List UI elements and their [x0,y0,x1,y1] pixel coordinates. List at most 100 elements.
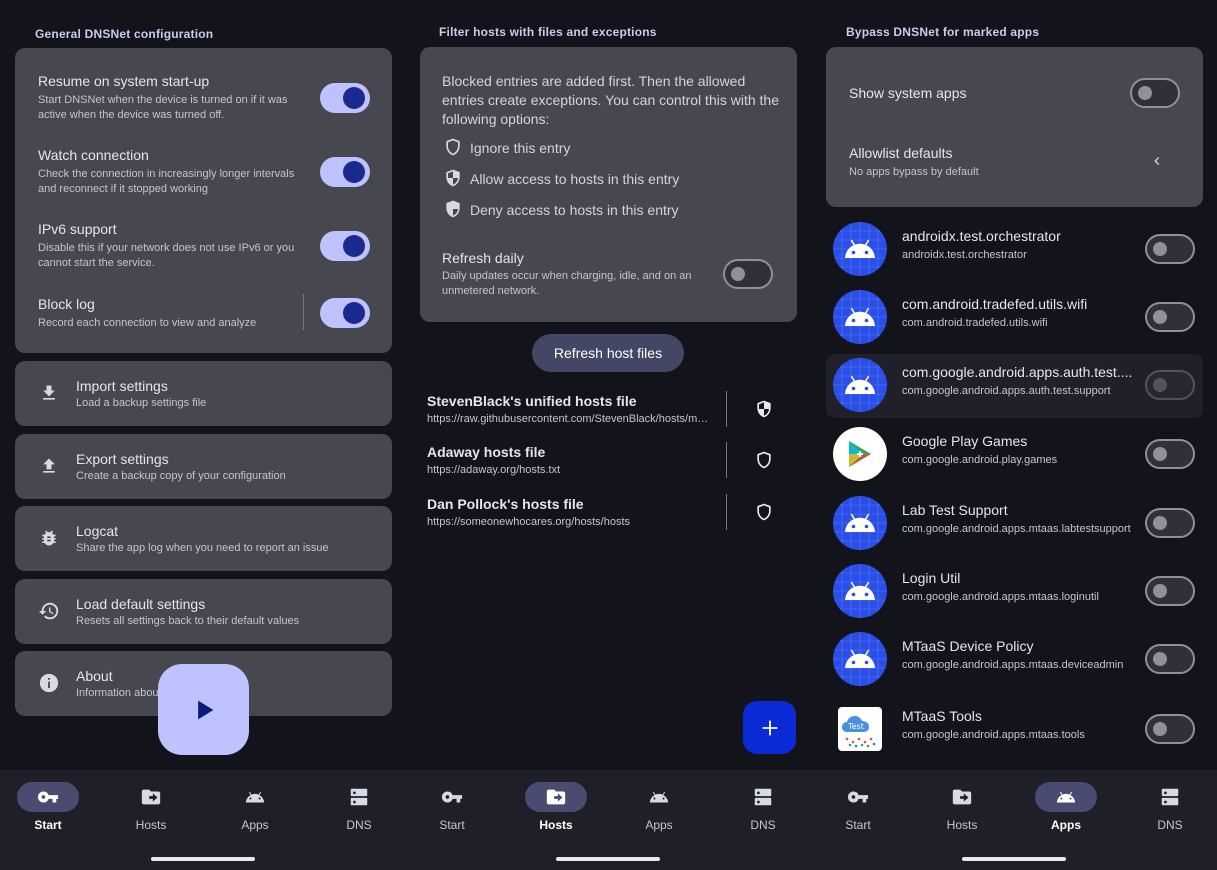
hosts-icon [140,786,162,808]
ipv6-sub: Disable this if your network does not us… [38,242,295,269]
host-file-item[interactable]: StevenBlack's unified hosts file https:/… [406,385,812,435]
test-cloud-icon: Test [833,702,887,756]
host-file-item[interactable]: Adaway hosts file https://adaway.org/hos… [406,436,812,486]
app-package: com.android.tradefed.utils.wifi [902,317,1048,329]
bottom-nav: Start Hosts Apps DNS [812,770,1217,870]
about-title: About [76,668,113,684]
nav-apps[interactable]: Apps [623,782,693,842]
bypass-switch[interactable] [1145,370,1195,400]
nav-start[interactable]: Start [416,782,486,842]
watch-switch[interactable] [320,157,370,187]
nav-dns[interactable]: DNS [727,782,797,842]
nav-dns[interactable]: DNS [1134,782,1204,842]
resume-switch[interactable] [320,83,370,113]
nav-dns[interactable]: DNS [323,782,393,842]
show-system-apps-switch[interactable] [1130,78,1180,108]
start-service-fab[interactable] [158,664,249,755]
nav-apps[interactable]: Apps [219,782,289,842]
option-allow: Allow access to hosts in this entry [470,171,680,187]
app-list-item[interactable]: Login Util com.google.android.apps.mtaas.… [812,560,1217,624]
shield-outline-icon[interactable] [752,448,776,472]
bypass-switch[interactable] [1145,234,1195,264]
blocklog-switch[interactable] [320,298,370,328]
android-icon [833,496,887,550]
load-default-settings-button[interactable]: Load default settings Resets all setting… [15,579,392,644]
refresh-daily-switch[interactable] [723,259,773,289]
import-sub: Load a backup settings file [76,397,207,409]
section-title: Filter hosts with files and exceptions [439,25,657,39]
history-icon [37,599,61,623]
test-icon-label: Test [847,722,864,731]
home-indicator [151,857,255,861]
nav-hosts[interactable]: Hosts [115,782,185,842]
bypass-switch[interactable] [1145,714,1195,744]
shield-outline-icon[interactable] [752,500,776,524]
refresh-host-files-button[interactable]: Refresh host files [532,334,684,372]
import-settings-button[interactable]: Import settings Load a backup settings f… [15,361,392,426]
shield-filled-icon [442,198,464,220]
blocklog-sub: Record each connection to view and analy… [38,317,257,329]
bypass-switch[interactable] [1145,439,1195,469]
app-package: com.google.android.apps.mtaas.deviceadmi… [902,659,1124,671]
app-package: com.google.android.apps.mtaas.loginutil [902,591,1099,603]
add-host-fab[interactable] [743,701,796,754]
nav-apps[interactable]: Apps [1030,782,1100,842]
watch-sub: Check the connection in increasingly lon… [38,168,295,195]
app-package: com.google.android.apps.mtaas.labtestsup… [902,523,1131,535]
app-list-item[interactable]: Lab Test Support com.google.android.apps.… [812,492,1217,556]
ipv6-switch[interactable] [320,231,370,261]
app-name: MTaaS Tools [902,708,982,724]
app-list-item[interactable]: Google Play Games com.google.android.play… [812,423,1217,487]
home-indicator [962,857,1066,861]
allowlist-sub: No apps bypass by default [849,166,979,178]
app-list-item[interactable]: MTaaS Device Policy com.google.android.ap… [812,628,1217,692]
bug-icon [37,526,61,550]
logcat-button[interactable]: Logcat Share the app log when you need t… [15,506,392,571]
android-icon [833,358,887,412]
bypass-switch[interactable] [1145,302,1195,332]
app-list-item[interactable]: com.android.tradefed.utils.wifi com.andro… [812,286,1217,350]
bypass-switch[interactable] [1145,508,1195,538]
app-package: com.google.android.apps.mtaas.tools [902,729,1085,741]
app-name: Google Play Games [902,433,1028,449]
logcat-title: Logcat [76,523,119,539]
nav-hosts[interactable]: Hosts [520,782,590,842]
android-icon [1055,786,1077,808]
nav-hosts[interactable]: Hosts [926,782,996,842]
option-deny: Deny access to hosts in this entry [470,202,679,218]
bypass-switch[interactable] [1145,576,1195,606]
shield-half-icon[interactable] [752,397,776,421]
nav-start[interactable]: Start [822,782,892,842]
import-title: Import settings [76,378,168,394]
bypass-switch[interactable] [1145,644,1195,674]
load-default-title: Load default settings [76,596,206,612]
section-title: General DNSNet configuration [35,27,214,41]
dns-icon [752,786,774,808]
app-list-item[interactable]: androidx.test.orchestrator androidx.test.… [812,218,1217,282]
option-ignore: Ignore this entry [470,140,571,156]
host-file-item[interactable]: Dan Pollock's hosts file https://someone… [406,488,812,538]
show-system-apps-title: Show system apps [849,85,967,101]
allowlist-defaults-row[interactable]: Allowlist defaults No apps bypass by def… [826,132,1203,192]
resume-sub: Start DNSNet when the device is turned o… [38,94,288,121]
key-icon [441,786,463,808]
dns-icon [1159,786,1181,808]
export-title: Export settings [76,451,169,467]
refresh-daily-title: Refresh daily [442,250,524,266]
app-name: Login Util [902,570,961,586]
android-icon [833,564,887,618]
hosts-icon [545,786,567,808]
refresh-daily-sub: Daily updates occur when charging, idle,… [442,270,692,297]
shield-half-icon [442,167,464,189]
hosts-icon [951,786,973,808]
apps-screen: Bypass DNSNet for marked apps Show syste… [812,0,1217,870]
app-list-item[interactable]: Test MTaaS Tools com.google.android.apps.m… [812,698,1217,762]
play-games-icon [833,427,887,481]
download-icon [37,381,61,405]
nav-start[interactable]: Start [12,782,82,842]
export-settings-button[interactable]: Export settings Create a backup copy of … [15,434,392,499]
android-icon [833,290,887,344]
section-title: Bypass DNSNet for marked apps [846,25,1040,39]
apps-settings-card: Show system apps Allowlist defaults No a… [826,47,1203,207]
app-list-item[interactable]: com.google.android.apps.auth.test.... com… [826,354,1203,418]
